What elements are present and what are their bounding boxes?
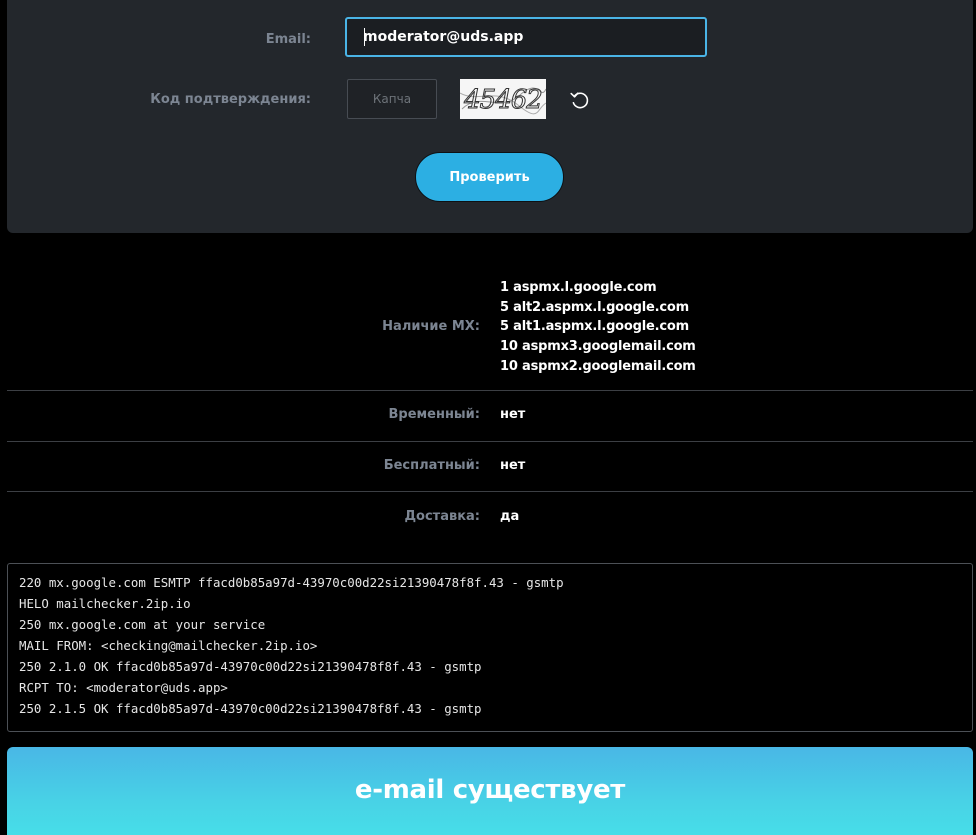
delivery-label: Доставка: xyxy=(404,509,480,524)
temporary-value: нет xyxy=(500,407,526,422)
result-banner-text: e-mail существует xyxy=(354,775,626,805)
captcha-input[interactable] xyxy=(347,79,437,119)
refresh-icon[interactable] xyxy=(568,88,592,112)
log-line: RCPT TO: <moderator@uds.app> xyxy=(19,680,228,695)
captcha-image: 45462 xyxy=(460,79,546,119)
mx-record: 5 alt1.aspmx.l.google.com xyxy=(500,319,689,335)
mx-record: 10 aspmx2.googlemail.com xyxy=(500,358,696,374)
result-banner: e-mail существует xyxy=(7,747,973,835)
log-line: MAIL FROM: <checking@mailchecker.2ip.io> xyxy=(19,638,318,653)
check-button[interactable]: Проверить xyxy=(415,152,564,202)
mx-label: Наличие MX: xyxy=(382,319,480,334)
captcha-label: Код подтверждения: xyxy=(150,92,311,107)
divider xyxy=(7,441,973,442)
check-form: Email: moderator@uds.app Код подтвержден… xyxy=(7,0,973,233)
log-line: 250 2.1.5 OK ffacd0b85a97d-43970c00d22si… xyxy=(19,701,482,716)
mx-record: 5 alt2.aspmx.l.google.com xyxy=(500,299,689,315)
delivery-value: да xyxy=(500,509,520,524)
log-line: HELO mailchecker.2ip.io xyxy=(19,596,191,611)
mx-record: 1 aspmx.l.google.com xyxy=(500,280,657,295)
mx-records-list: 1 aspmx.l.google.com 5 alt2.aspmx.l.goog… xyxy=(500,278,696,376)
divider xyxy=(7,491,973,492)
log-line: 250 2.1.0 OK ffacd0b85a97d-43970c00d22si… xyxy=(19,659,482,674)
email-label: Email: xyxy=(265,32,311,47)
mx-record: 10 aspmx3.googlemail.com xyxy=(500,339,696,355)
page: Email: moderator@uds.app Код подтвержден… xyxy=(0,0,976,835)
email-field[interactable]: moderator@uds.app xyxy=(345,17,707,57)
smtp-log: 220 mx.google.com ESMTP ffacd0b85a97d-43… xyxy=(7,563,973,732)
captcha-text: 45462 xyxy=(463,85,542,115)
free-label: Бесплатный: xyxy=(383,458,480,473)
divider xyxy=(7,390,973,391)
log-line: 220 mx.google.com ESMTP ffacd0b85a97d-43… xyxy=(19,575,564,590)
free-value: нет xyxy=(500,458,526,473)
temporary-label: Временный: xyxy=(388,407,480,422)
log-line: 250 mx.google.com at your service xyxy=(19,617,266,632)
